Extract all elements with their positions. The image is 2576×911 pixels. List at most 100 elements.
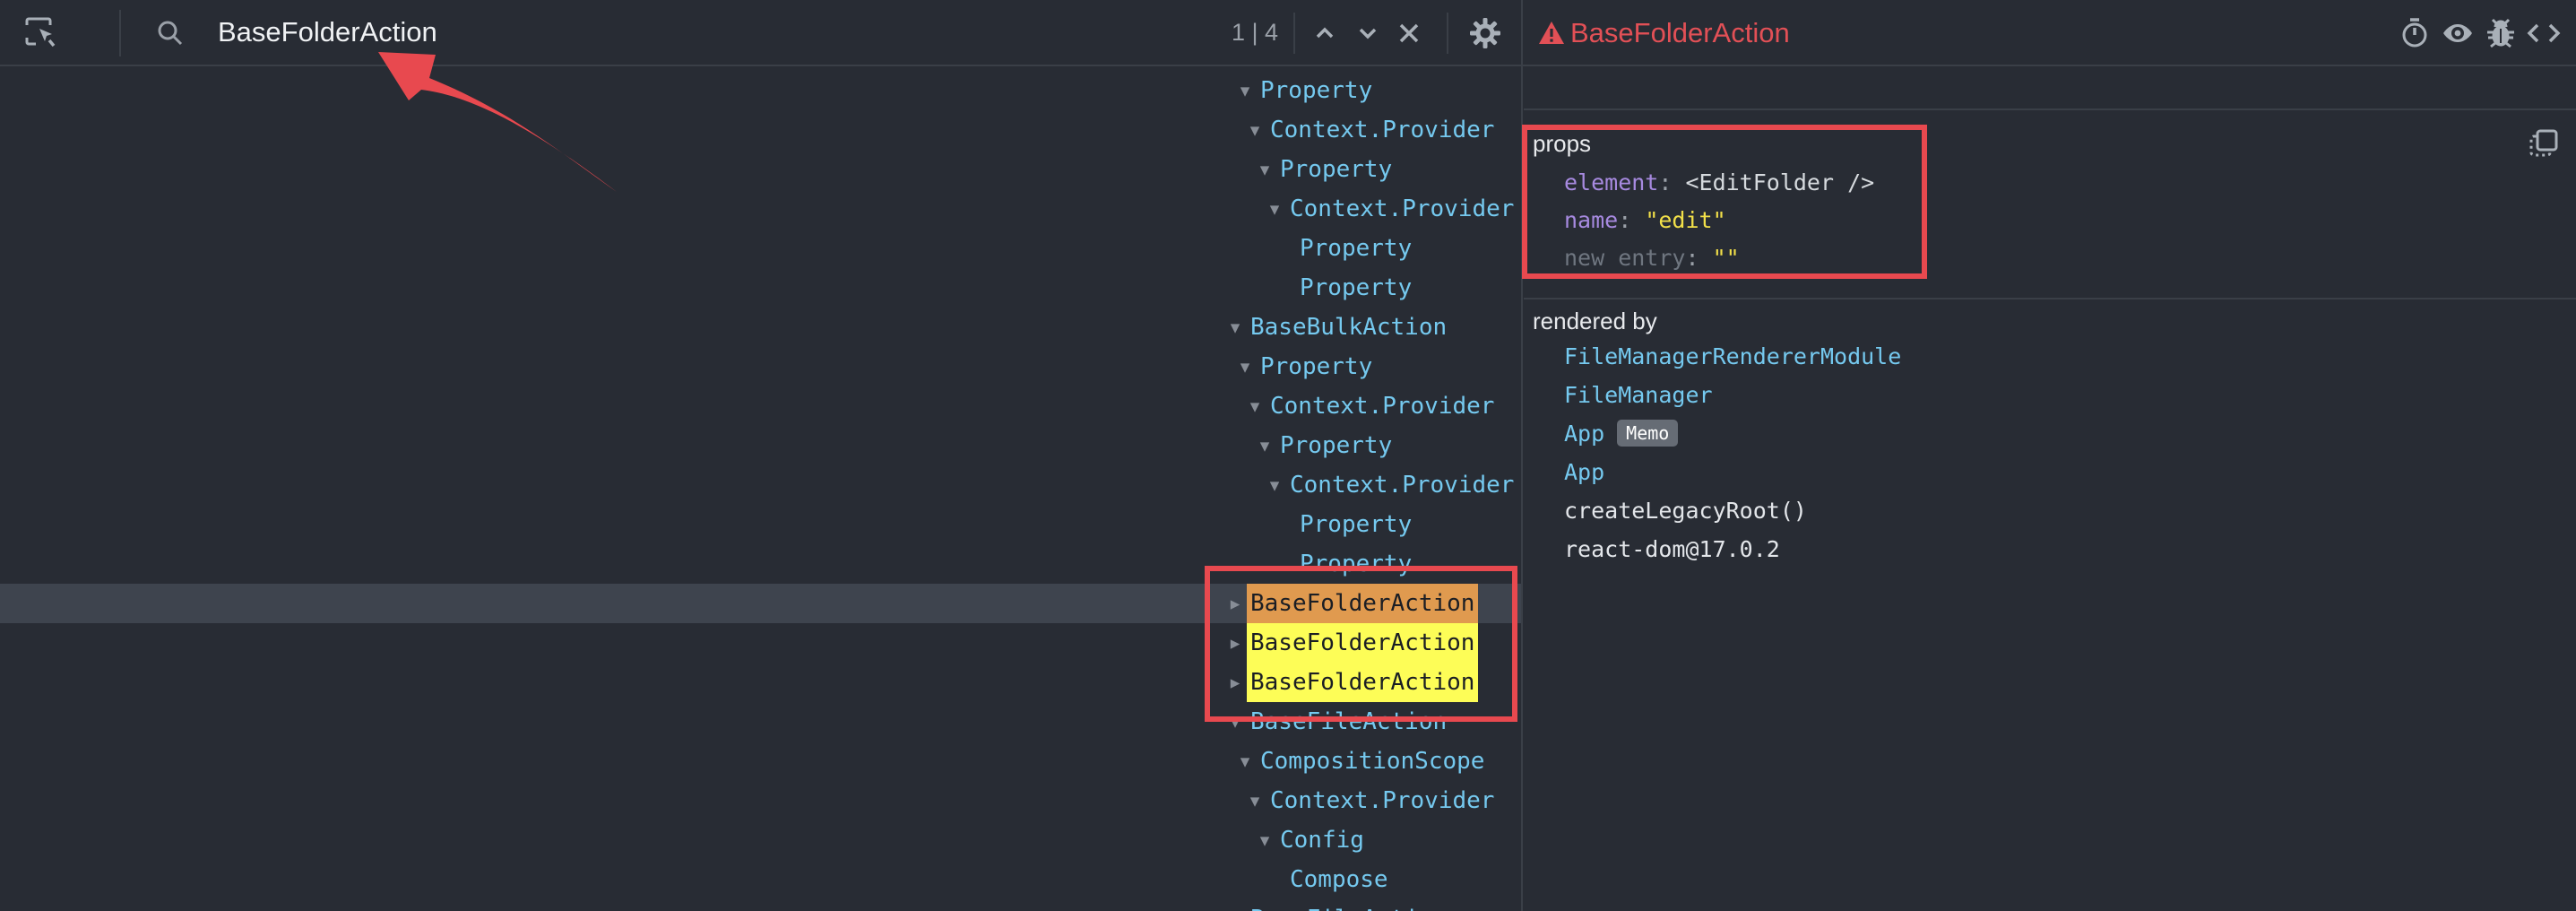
component-name: Context.Provider	[1266, 386, 1498, 426]
collapse-icon[interactable]: ▾	[1253, 150, 1276, 189]
tree-row[interactable]: ▾Context.Provider	[0, 465, 1521, 505]
search-input[interactable]	[218, 13, 774, 52]
inspect-element-button[interactable]	[22, 14, 57, 50]
log-component-data-button[interactable]	[2483, 15, 2519, 51]
component-name: Context.Provider	[1266, 781, 1498, 820]
prop-row[interactable]: element: <EditFolder />	[1564, 164, 1874, 202]
prop-row[interactable]: name: "edit"	[1564, 202, 1874, 239]
react-devtools-window: 1 | 4	[0, 0, 2576, 911]
component-name: Property	[1257, 71, 1376, 110]
toolbar-divider	[1447, 13, 1448, 54]
tree-row[interactable]: ▾Property	[0, 71, 1521, 110]
prop-value: <EditFolder />	[1685, 169, 1874, 195]
tree-row[interactable]: Property	[0, 544, 1521, 584]
tree-row[interactable]: Property	[0, 268, 1521, 308]
collapse-icon[interactable]: ▾	[1253, 426, 1276, 465]
panel-split-divider	[1521, 0, 1523, 911]
next-match-button[interactable]	[1350, 15, 1386, 51]
collapse-icon[interactable]: ▾	[1253, 820, 1276, 860]
prop-key: name	[1564, 207, 1618, 233]
chevron-down-icon	[1353, 18, 1383, 48]
tree-row[interactable]: ▾Property	[0, 426, 1521, 465]
props-section-label: props	[1533, 127, 1591, 160]
tree-row[interactable]: ▸BaseFolderAction	[0, 623, 1521, 663]
collapse-icon[interactable]: ▾	[1243, 781, 1266, 820]
toolbar-bottom-divider	[0, 65, 2576, 66]
prop-colon: :	[1658, 169, 1685, 195]
tree-row[interactable]: ▾BaseBulkAction	[0, 308, 1521, 347]
prop-colon: :	[1685, 245, 1712, 271]
components-tree: ▾Property▾Context.Provider▾Property▾Cont…	[0, 66, 1521, 911]
copy-props-button[interactable]	[2526, 126, 2562, 161]
tree-row[interactable]: ▸BaseFolderAction	[0, 584, 1521, 623]
prop-key: element	[1564, 169, 1658, 195]
rendered-by-item: createLegacyRoot()	[1564, 491, 1901, 530]
collapse-icon[interactable]: ▾	[1233, 71, 1257, 110]
tree-row[interactable]: ▾BaseFileAction	[0, 899, 1521, 911]
tree-row[interactable]: ▾Context.Provider	[0, 110, 1521, 150]
tree-row[interactable]: ▾Property	[0, 150, 1521, 189]
tree-row[interactable]: ▾Config	[0, 820, 1521, 860]
collapse-icon[interactable]: ▾	[1223, 702, 1247, 742]
expand-icon[interactable]: ▸	[1223, 663, 1247, 702]
collapse-icon[interactable]: ▾	[1243, 386, 1266, 426]
owner-link[interactable]: App	[1564, 459, 1604, 485]
tree-row[interactable]: ▾BaseFileAction	[0, 702, 1521, 742]
component-name: Compose	[1286, 860, 1392, 899]
component-name: Property	[1257, 347, 1376, 386]
collapse-icon[interactable]: ▾	[1223, 899, 1247, 911]
tree-row[interactable]: Property	[0, 229, 1521, 268]
expand-icon[interactable]: ▸	[1223, 584, 1247, 623]
owner-text: react-dom@17.0.2	[1564, 536, 1780, 562]
collapse-icon[interactable]: ▾	[1263, 465, 1286, 505]
tree-row[interactable]: ▾CompositionScope	[0, 742, 1521, 781]
tree-row[interactable]: ▸BaseFolderAction	[0, 663, 1521, 702]
copy-icon	[2528, 127, 2560, 160]
collapse-icon[interactable]: ▾	[1263, 189, 1286, 229]
collapse-icon[interactable]: ▾	[1233, 347, 1257, 386]
rendered-by-item[interactable]: FileManagerRendererModule	[1564, 337, 1901, 376]
bug-icon	[2484, 16, 2518, 50]
prop-value: "edit"	[1645, 207, 1725, 233]
inspect-dom-element-button[interactable]	[2440, 15, 2476, 51]
tree-row[interactable]: Compose	[0, 860, 1521, 899]
props-rows: element: <EditFolder />name: "edit"new e…	[1564, 164, 1874, 277]
view-source-button[interactable]	[2526, 15, 2562, 51]
details-header-divider	[1524, 108, 2576, 110]
search-icon	[154, 17, 186, 49]
tree-row[interactable]: Property	[0, 505, 1521, 544]
suspense-toggle-button[interactable]	[2397, 15, 2433, 51]
close-icon	[1394, 18, 1424, 48]
owner-link[interactable]: FileManager	[1564, 382, 1713, 408]
tree-row[interactable]: ▾Property	[0, 347, 1521, 386]
owner-link[interactable]: App	[1564, 421, 1604, 447]
prop-row[interactable]: new entry: ""	[1564, 239, 1874, 277]
memo-badge: Memo	[1617, 420, 1678, 447]
clear-search-button[interactable]	[1391, 15, 1427, 51]
tree-row[interactable]: ▾Context.Provider	[0, 189, 1521, 229]
component-name: Property	[1296, 505, 1415, 544]
gear-icon	[1468, 16, 1502, 50]
component-name: Context.Provider	[1286, 189, 1517, 229]
settings-button[interactable]	[1467, 15, 1503, 51]
toolbar-divider	[1293, 13, 1295, 54]
component-name: BaseBulkAction	[1247, 308, 1450, 347]
rendered-by-item[interactable]: App Memo	[1564, 414, 1901, 453]
rendered-by-item[interactable]: FileManager	[1564, 376, 1901, 414]
collapse-icon[interactable]: ▾	[1223, 308, 1247, 347]
collapse-icon[interactable]: ▾	[1243, 110, 1266, 150]
previous-match-button[interactable]	[1307, 15, 1343, 51]
component-name: Property	[1296, 544, 1415, 584]
tree-row[interactable]: ▾Context.Provider	[0, 781, 1521, 820]
owner-link[interactable]: FileManagerRendererModule	[1564, 343, 1901, 369]
rendered-by-item: react-dom@17.0.2	[1564, 530, 1901, 568]
code-icon	[2526, 17, 2562, 49]
toolbar-divider	[119, 10, 121, 56]
rendered-by-item[interactable]: App	[1564, 453, 1901, 491]
component-name: Property	[1276, 150, 1396, 189]
prop-colon: :	[1618, 207, 1645, 233]
rendered-by-section-label: rendered by	[1533, 305, 1657, 337]
expand-icon[interactable]: ▸	[1223, 623, 1247, 663]
collapse-icon[interactable]: ▾	[1233, 742, 1257, 781]
tree-row[interactable]: ▾Context.Provider	[0, 386, 1521, 426]
